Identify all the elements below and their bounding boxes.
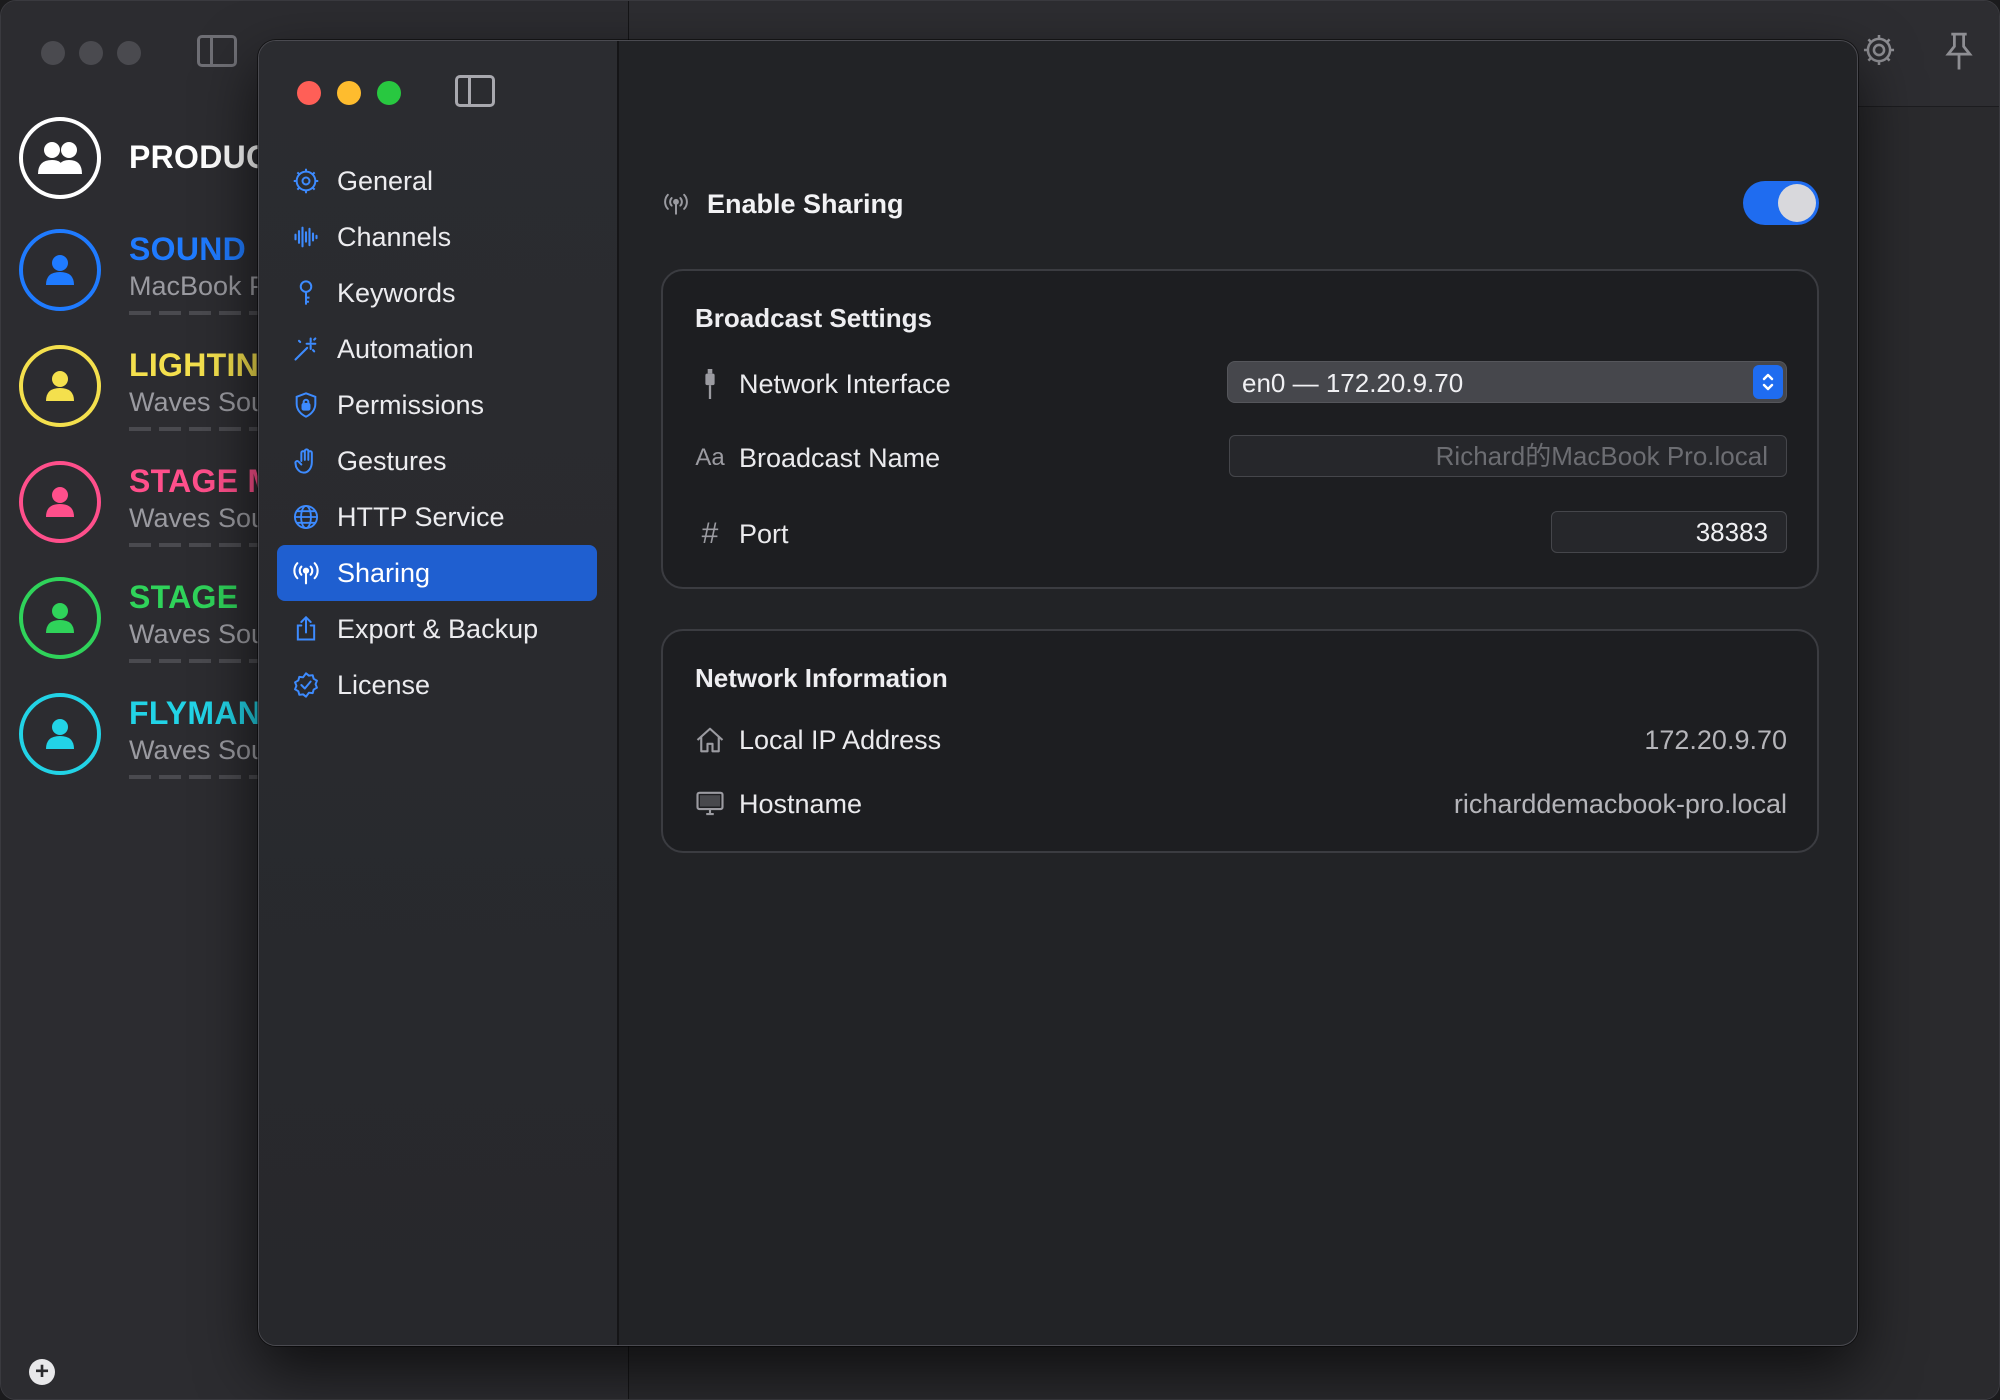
minimize-button[interactable]: [337, 81, 361, 105]
person-icon: [19, 345, 101, 427]
number-sign-icon: #: [701, 517, 719, 550]
group-title: Network Information: [695, 663, 948, 693]
settings-sidebar: General Channels Keywords Automation Per…: [259, 41, 619, 1345]
channel-subtitle: Waves Sou: [129, 735, 267, 765]
window-controls: [297, 81, 401, 105]
broadcast-name-row: Aa Broadcast Name: [693, 435, 1787, 479]
hostname-value: richarddemacbook-pro.local: [1453, 789, 1787, 819]
hand-icon: [291, 446, 321, 476]
checkmark-seal-icon: [291, 670, 321, 700]
sidebar-item-label: License: [337, 669, 431, 700]
network-interface-select[interactable]: en0 — 172.20.9.70: [1227, 361, 1787, 403]
key-icon: [291, 278, 321, 308]
channel-name: STAGE M: [129, 463, 275, 499]
enable-sharing-toggle[interactable]: [1743, 181, 1819, 225]
person-icon: [19, 229, 101, 311]
sidebar-item-label: Sharing: [337, 557, 431, 588]
port-label: Port: [739, 519, 789, 549]
settings-window: General Channels Keywords Automation Per…: [258, 40, 1858, 1346]
broadcast-icon: [291, 558, 321, 588]
zoom-button[interactable]: [377, 81, 401, 105]
channel-name: LIGHTIN: [129, 347, 260, 383]
local-ip-value: 172.20.9.70: [1644, 725, 1787, 755]
local-ip-row: Local IP Address 172.20.9.70: [693, 717, 1787, 761]
channel-subtitle: Waves Sou: [129, 503, 267, 533]
sidebar-item-general[interactable]: General: [277, 153, 597, 209]
group-icon: [19, 117, 101, 199]
gear-icon[interactable]: [1859, 31, 1899, 71]
hostname-label: Hostname: [739, 789, 863, 819]
hostname-row: Hostname richarddemacbook-pro.local: [693, 781, 1787, 825]
port-field[interactable]: [1551, 511, 1787, 553]
waveform-icon: [291, 222, 321, 252]
add-channel-button[interactable]: +: [29, 1359, 55, 1385]
cable-connector-icon: [693, 367, 727, 401]
gear-icon: [291, 166, 321, 196]
wand-icon: [291, 334, 321, 364]
sidebar-item-label: General: [337, 165, 434, 196]
house-icon: [693, 723, 727, 757]
sidebar-toggle-icon[interactable]: [197, 35, 237, 67]
close-button-inactive[interactable]: [41, 41, 65, 65]
minimize-button-inactive[interactable]: [79, 41, 103, 65]
broadcast-icon: [661, 191, 691, 222]
sidebar-item-label: Keywords: [337, 277, 456, 308]
sidebar-toggle-icon[interactable]: [455, 75, 495, 107]
broadcast-settings-group: Broadcast Settings Network Interface en0…: [661, 269, 1819, 589]
local-ip-label: Local IP Address: [739, 725, 942, 755]
text-format-icon: Aa: [695, 444, 725, 471]
sidebar-item-label: Export & Backup: [337, 613, 539, 644]
sidebar-item-sharing[interactable]: Sharing: [277, 545, 597, 601]
sidebar-item-gestures[interactable]: Gestures: [277, 433, 597, 489]
toggle-knob: [1778, 184, 1816, 222]
person-icon: [19, 693, 101, 775]
settings-nav: General Channels Keywords Automation Per…: [277, 153, 597, 713]
port-input[interactable]: [1552, 512, 1786, 552]
channel-name: FLYMAN: [129, 695, 262, 731]
sidebar-item-permissions[interactable]: Permissions: [277, 377, 597, 433]
enable-sharing-row: Enable Sharing: [661, 181, 1819, 231]
share-icon: [291, 614, 321, 644]
sidebar-item-keywords[interactable]: Keywords: [277, 265, 597, 321]
sidebar-item-label: HTTP Service: [337, 501, 505, 532]
network-interface-label: Network Interface: [739, 369, 951, 399]
network-interface-row: Network Interface en0 — 172.20.9.70: [693, 361, 1787, 405]
sidebar-item-label: Channels: [337, 221, 452, 252]
chevron-up-down-icon: [1753, 365, 1783, 399]
close-button[interactable]: [297, 81, 321, 105]
channel-name: PRODUC: [129, 139, 270, 175]
globe-icon: [291, 502, 321, 532]
network-information-group: Network Information Local IP Address 172…: [661, 629, 1819, 853]
channel-name: SOUND: [129, 231, 247, 267]
pin-icon[interactable]: [1939, 31, 1979, 71]
window-controls-inactive: [41, 41, 141, 65]
channel-subtitle: MacBook P: [129, 271, 268, 301]
zoom-button-inactive[interactable]: [117, 41, 141, 65]
sidebar-item-license[interactable]: License: [277, 657, 597, 713]
sharing-pane: Enable Sharing Broadcast Settings Networ…: [621, 41, 1857, 1345]
sidebar-item-label: Gestures: [337, 445, 447, 476]
lock-shield-icon: [291, 390, 321, 420]
broadcast-name-input[interactable]: [1230, 436, 1786, 476]
network-interface-value: en0 — 172.20.9.70: [1242, 368, 1464, 398]
person-icon: [19, 577, 101, 659]
channel-name: STAGE: [129, 579, 239, 615]
broadcast-name-field[interactable]: [1229, 435, 1787, 477]
group-title: Broadcast Settings: [695, 303, 932, 333]
sidebar-item-label: Permissions: [337, 389, 485, 420]
sidebar-item-automation[interactable]: Automation: [277, 321, 597, 377]
enable-sharing-label: Enable Sharing: [707, 189, 904, 219]
port-row: # Port: [693, 511, 1787, 555]
broadcast-name-label: Broadcast Name: [739, 443, 941, 473]
channel-subtitle: Waves Sou: [129, 619, 267, 649]
sidebar-item-export-backup[interactable]: Export & Backup: [277, 601, 597, 657]
channel-subtitle: Waves Sou: [129, 387, 267, 417]
person-icon: [19, 461, 101, 543]
sidebar-item-label: Automation: [337, 333, 474, 364]
sidebar-item-http-service[interactable]: HTTP Service: [277, 489, 597, 545]
desktop-computer-icon: [693, 787, 727, 821]
sidebar-item-channels[interactable]: Channels: [277, 209, 597, 265]
